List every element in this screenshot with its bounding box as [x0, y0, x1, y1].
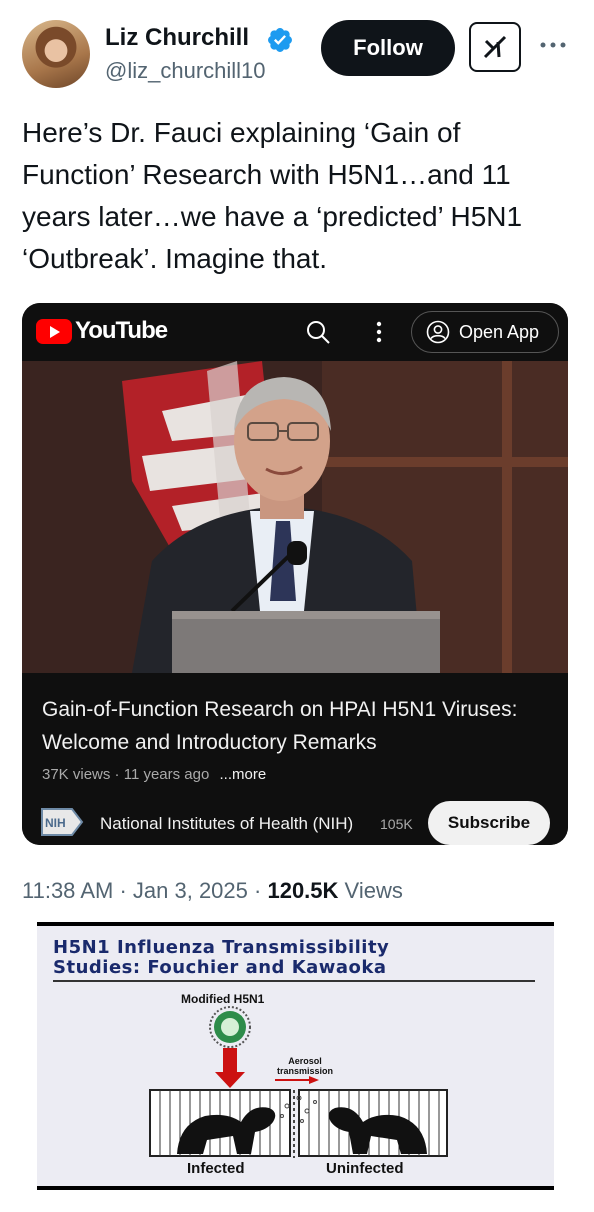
video-age: 11 years ago: [123, 766, 210, 783]
subscriber-count: 105K: [380, 816, 413, 832]
video-info: Gain-of-Function Research on HPAI H5N1 V…: [22, 673, 568, 845]
youtube-wordmark: YouTube: [75, 317, 168, 344]
youtube-logo[interactable]: YouTube: [36, 317, 168, 345]
svg-text:NIH: NIH: [45, 816, 66, 830]
nih-logo-icon[interactable]: NIH: [40, 807, 84, 837]
uninfected-label: Uninfected: [326, 1160, 404, 1177]
views-label: Views: [344, 878, 403, 903]
open-app-button[interactable]: Open App: [411, 311, 559, 353]
follow-button[interactable]: Follow: [321, 20, 455, 76]
youtube-embed-card[interactable]: YouTube Open App Gain-of-Function Resear…: [22, 303, 568, 845]
video-frame-illustration: [22, 361, 568, 673]
grok-button[interactable]: [469, 22, 521, 72]
kebab-menu-icon[interactable]: [372, 319, 386, 345]
author-avatar[interactable]: [22, 20, 90, 88]
author-name[interactable]: Liz Churchill: [105, 24, 249, 52]
author-handle[interactable]: @liz_churchill10: [105, 58, 266, 84]
tweet-image-slide[interactable]: H5N1 Influenza Transmissibility Studies:…: [37, 922, 554, 1190]
video-views: 37K views: [42, 766, 111, 783]
account-icon: [426, 320, 450, 344]
channel-name[interactable]: National Institutes of Health (NIH): [100, 814, 353, 834]
video-title[interactable]: Gain-of-Function Research on HPAI H5N1 V…: [42, 693, 542, 759]
grok-icon: [483, 35, 507, 59]
channel-row: NIH National Institutes of Health (NIH) …: [22, 801, 568, 845]
tweet-time[interactable]: 11:38 AM: [22, 878, 113, 903]
tweet-text: Here’s Dr. Fauci explaining ‘Gain of Fun…: [22, 117, 523, 274]
more-options-icon[interactable]: [536, 30, 570, 60]
verified-badge-icon: [268, 28, 292, 52]
video-thumbnail[interactable]: [22, 361, 568, 673]
video-stats: 37K views · 11 years ago ...more: [42, 766, 267, 783]
tweet-header: Liz Churchill @liz_churchill10 Follow: [0, 0, 594, 100]
infected-label: Infected: [187, 1160, 245, 1177]
view-count: 120.5K: [267, 878, 339, 903]
tweet-meta: 11:38 AM · Jan 3, 2025 · 120.5K Views: [22, 878, 403, 903]
youtube-play-icon: [36, 318, 72, 344]
youtube-top-bar: YouTube Open App: [22, 303, 568, 361]
search-icon[interactable]: [305, 319, 331, 345]
open-app-label: Open App: [459, 321, 540, 342]
transmission-diagram: [149, 1006, 448, 1158]
more-link[interactable]: ...more: [220, 766, 267, 783]
subscribe-button[interactable]: Subscribe: [428, 801, 550, 845]
tweet-date[interactable]: Jan 3, 2025: [133, 878, 248, 903]
